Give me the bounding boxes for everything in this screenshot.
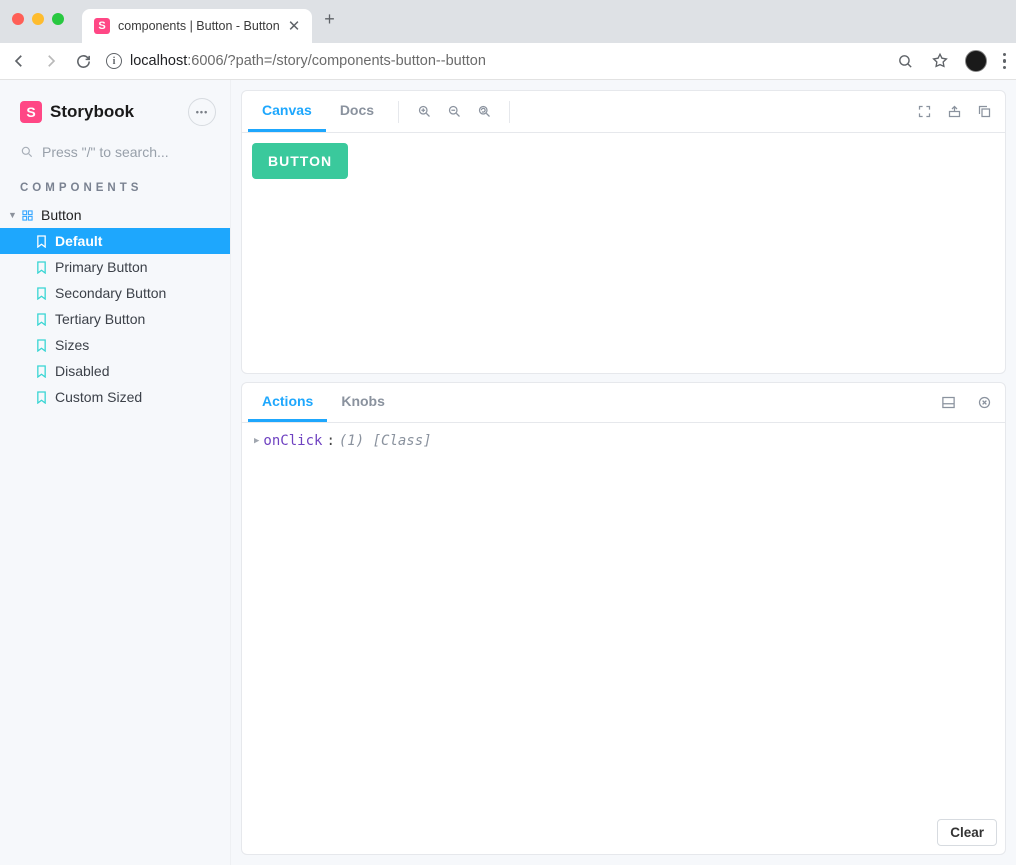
tab-close-icon[interactable]: ✕: [288, 17, 301, 35]
story-label: Disabled: [55, 363, 109, 379]
storybook-wordmark: Storybook: [50, 102, 134, 122]
story-sizes[interactable]: Sizes: [0, 332, 230, 358]
story-label: Sizes: [55, 337, 89, 353]
clear-button[interactable]: Clear: [937, 819, 997, 846]
sidebar-menu-button[interactable]: •••: [188, 98, 216, 126]
zoom-indicator-icon[interactable]: [897, 52, 915, 70]
tab-actions[interactable]: Actions: [248, 383, 327, 422]
story-disabled[interactable]: Disabled: [0, 358, 230, 384]
story-label: Primary Button: [55, 259, 148, 275]
search-icon: [20, 145, 34, 159]
window-traffic-lights: [12, 13, 64, 25]
browser-tab-title: components | Button - Button: [118, 19, 280, 33]
browser-tab[interactable]: S components | Button - Button ✕: [82, 9, 312, 43]
copy-link-button[interactable]: [969, 97, 999, 127]
url-host: localhost: [130, 53, 187, 69]
storybook-sidebar: S Storybook ••• Press "/" to search... C…: [0, 80, 231, 865]
caret-down-icon: ▼: [8, 210, 18, 220]
story-label: Tertiary Button: [55, 311, 145, 327]
storybook-logo[interactable]: S Storybook: [20, 101, 134, 123]
preview-panel: Canvas Docs: [241, 90, 1006, 374]
tab-knobs[interactable]: Knobs: [327, 383, 399, 422]
story-label: Custom Sized: [55, 389, 142, 405]
preview-toolbar: Canvas Docs: [242, 91, 1005, 133]
window-zoom-button[interactable]: [52, 13, 64, 25]
action-log-entry[interactable]: ▶ onClick: (1) [Class]: [254, 433, 993, 449]
demo-button[interactable]: BUTTON: [252, 143, 348, 179]
toolbar-separator: [398, 101, 399, 123]
zoom-reset-button[interactable]: [469, 97, 499, 127]
search-input[interactable]: Press "/" to search...: [20, 144, 216, 160]
tab-canvas[interactable]: Canvas: [248, 91, 326, 132]
panel-position-button[interactable]: [933, 388, 963, 418]
preview-iframe: BUTTON: [242, 133, 1005, 373]
new-tab-button[interactable]: +: [324, 9, 335, 30]
story-primary-button[interactable]: Primary Button: [0, 254, 230, 280]
browser-tab-strip: S components | Button - Button ✕ +: [0, 0, 1016, 43]
section-heading: COMPONENTS: [0, 178, 230, 202]
bookmark-icon: [36, 235, 47, 248]
bookmark-icon: [36, 391, 47, 404]
bookmark-icon: [36, 365, 47, 378]
caret-right-icon: ▶: [254, 436, 259, 446]
bookmark-star-icon[interactable]: [931, 52, 949, 70]
main-area: Canvas Docs: [231, 80, 1016, 865]
story-default[interactable]: Default: [0, 228, 230, 254]
storybook-mark-icon: S: [20, 101, 42, 123]
url-path: /?path=/story/components-button--button: [224, 53, 486, 69]
forward-button[interactable]: [42, 52, 60, 70]
window-close-button[interactable]: [12, 13, 24, 25]
profile-avatar[interactable]: [965, 50, 987, 72]
zoom-out-button[interactable]: [439, 97, 469, 127]
story-label: Secondary Button: [55, 285, 166, 301]
open-new-tab-button[interactable]: [939, 97, 969, 127]
action-separator: :: [326, 433, 334, 449]
bookmark-icon: [36, 287, 47, 300]
address-bar[interactable]: i localhost:6006/?path=/story/components…: [106, 53, 883, 69]
bookmark-icon: [36, 339, 47, 352]
site-info-icon[interactable]: i: [106, 53, 122, 69]
story-label: Default: [55, 233, 102, 249]
bookmark-icon: [36, 261, 47, 274]
component-node-button[interactable]: ▼ Button: [0, 202, 230, 228]
reload-button[interactable]: [74, 52, 92, 70]
component-icon: [22, 210, 33, 221]
story-tertiary-button[interactable]: Tertiary Button: [0, 306, 230, 332]
story-custom-sized[interactable]: Custom Sized: [0, 384, 230, 410]
component-label: Button: [41, 207, 81, 223]
stories-tree: ▼ Button Default Primary Button Secondary …: [0, 202, 230, 410]
action-args: (1) [Class]: [339, 433, 432, 449]
addons-panel: Actions Knobs ▶ onClick: (1) [Class] Cle…: [241, 382, 1006, 855]
url-port: :6006: [187, 53, 223, 69]
browser-toolbar: i localhost:6006/?path=/story/components…: [0, 43, 1016, 80]
story-secondary-button[interactable]: Secondary Button: [0, 280, 230, 306]
search-placeholder: Press "/" to search...: [42, 144, 169, 160]
action-name: onClick: [263, 433, 322, 449]
bookmark-icon: [36, 313, 47, 326]
actions-log: ▶ onClick: (1) [Class] Clear: [242, 423, 1005, 854]
window-minimize-button[interactable]: [32, 13, 44, 25]
zoom-in-button[interactable]: [409, 97, 439, 127]
storybook-favicon-icon: S: [94, 18, 110, 34]
tab-docs[interactable]: Docs: [326, 91, 388, 132]
back-button[interactable]: [10, 52, 28, 70]
browser-menu-button[interactable]: [1003, 53, 1007, 70]
toolbar-separator: [509, 101, 510, 123]
fullscreen-button[interactable]: [909, 97, 939, 127]
panel-close-button[interactable]: [969, 388, 999, 418]
